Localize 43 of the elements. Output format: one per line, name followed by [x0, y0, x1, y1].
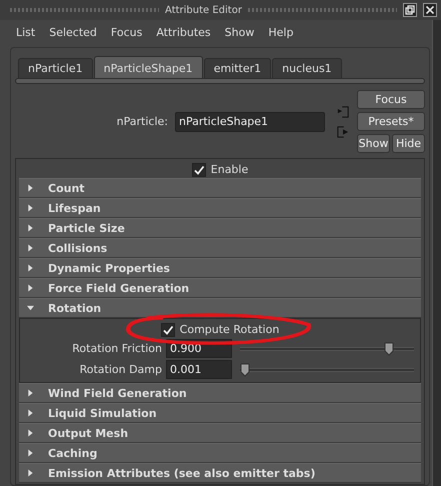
value-field[interactable]: 0.001: [166, 360, 232, 379]
checkbox-label: Compute Rotation: [180, 323, 280, 336]
section-header[interactable]: Output Mesh: [19, 423, 421, 443]
tab[interactable]: nParticleShape1: [94, 56, 203, 78]
section-header[interactable]: Wind Field Generation: [19, 383, 421, 403]
section-header[interactable]: Emission Attributes (see also emitter tabs): [19, 463, 421, 483]
slider-label: Rotation Friction: [71, 342, 162, 355]
section-header[interactable]: Lifespan: [19, 198, 421, 218]
menu-item[interactable]: Attributes: [156, 26, 211, 39]
hide-button[interactable]: Hide: [392, 134, 425, 153]
menu-item[interactable]: List: [16, 26, 36, 39]
focus-button[interactable]: Focus: [357, 90, 425, 109]
field-label: nParticle:: [116, 115, 168, 128]
section-header[interactable]: Rotation: [19, 298, 421, 318]
section-header[interactable]: Count: [19, 178, 421, 198]
section-header[interactable]: Dynamic Properties: [19, 258, 421, 278]
presets-button[interactable]: Presets*: [357, 112, 425, 131]
checkbox[interactable]: [192, 162, 206, 176]
menu-item[interactable]: Show: [224, 26, 254, 39]
node-name-field[interactable]: nParticleShape1: [175, 112, 325, 132]
section-header[interactable]: Collisions: [19, 238, 421, 258]
slider-thumb[interactable]: [384, 342, 394, 356]
section-header[interactable]: Particle Size: [19, 218, 421, 238]
tab[interactable]: nucleus1: [272, 58, 342, 78]
section-header[interactable]: Liquid Simulation: [19, 403, 421, 423]
tab[interactable]: nParticle1: [18, 58, 93, 78]
slider-label: Rotation Damp: [78, 363, 162, 376]
tab[interactable]: emitter1: [204, 58, 272, 78]
window-title: Attribute Editor: [165, 4, 242, 16]
checkbox-label: Enable: [210, 163, 248, 176]
section-header[interactable]: Force Field Generation: [19, 278, 421, 298]
value-field[interactable]: 0.900: [166, 339, 232, 358]
input-connection-icon[interactable]: [337, 106, 349, 118]
checkbox[interactable]: [160, 322, 175, 336]
scrollbar[interactable]: [432, 20, 441, 486]
restore-icon[interactable]: [403, 3, 417, 17]
menu-item[interactable]: Selected: [49, 26, 97, 39]
close-icon[interactable]: [423, 3, 437, 17]
show-button[interactable]: Show: [357, 134, 390, 153]
section-header[interactable]: Caching: [19, 443, 421, 463]
menu-item[interactable]: Focus: [110, 26, 142, 39]
slider-thumb[interactable]: [240, 362, 250, 376]
menu-item[interactable]: Help: [268, 26, 294, 39]
